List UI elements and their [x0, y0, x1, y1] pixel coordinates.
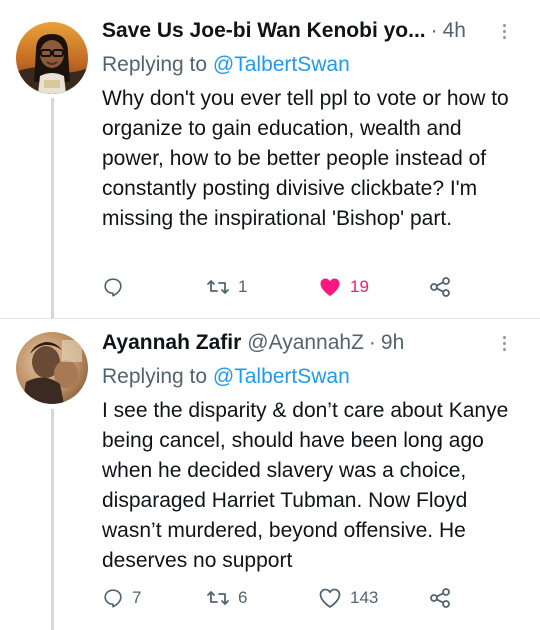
separator-dot: ·	[368, 331, 376, 354]
avatar[interactable]	[16, 22, 88, 94]
avatar[interactable]	[16, 332, 88, 404]
tweet-text: Why don't you ever tell ppl to vote or h…	[102, 87, 509, 230]
tweet-text: I see the disparity & don’t care about K…	[102, 399, 509, 572]
avatar-image	[16, 22, 88, 94]
tweet-header: Ayannah Zafir @AyannahZ · 9h	[102, 326, 524, 360]
retweet-icon	[207, 591, 229, 605]
timestamp[interactable]: 4h	[443, 19, 466, 43]
replying-to-label: Replying to	[102, 365, 208, 388]
like-button[interactable]: 19	[318, 273, 369, 301]
heart-filled-icon	[320, 278, 340, 296]
reply-button[interactable]: 7	[102, 584, 141, 612]
user-handle[interactable]: @AyannahZ	[247, 331, 364, 355]
like-count: 19	[350, 277, 369, 296]
replying-to: Replying to @TalbertSwan	[102, 48, 524, 82]
retweet-button[interactable]: 6	[206, 584, 247, 612]
more-options-icon[interactable]	[492, 330, 516, 356]
tweet-2[interactable]: Ayannah Zafir @AyannahZ · 9h Replying to…	[0, 319, 540, 630]
retweet-icon	[207, 280, 229, 294]
mention-link[interactable]: @TalbertSwan	[213, 53, 350, 76]
retweet-count: 6	[238, 588, 248, 607]
like-count: 143	[350, 588, 379, 607]
replying-to-label: Replying to	[102, 53, 208, 76]
share-icon	[430, 277, 450, 297]
reply-button[interactable]	[102, 273, 132, 301]
thread-line	[51, 409, 54, 630]
display-name[interactable]: Save Us Joe-bi Wan Kenobi yo...	[102, 19, 426, 43]
thread-line	[51, 98, 54, 318]
reply-icon	[104, 589, 122, 608]
separator-dot: ·	[430, 19, 438, 42]
retweet-count: 1	[238, 277, 248, 296]
share-icon	[430, 588, 450, 608]
reply-icon	[104, 278, 122, 297]
retweet-button[interactable]: 1	[206, 273, 247, 301]
tweet-1[interactable]: Save Us Joe-bi Wan Kenobi yo... · 4h Rep…	[0, 0, 540, 319]
like-button[interactable]: 143	[318, 584, 378, 612]
replying-to: Replying to @TalbertSwan	[102, 360, 524, 394]
mention-link[interactable]: @TalbertSwan	[213, 365, 350, 388]
tweet-actions: 7 6 143	[102, 584, 524, 612]
share-button[interactable]	[428, 273, 452, 301]
avatar-image	[16, 332, 88, 404]
display-name[interactable]: Ayannah Zafir	[102, 331, 241, 355]
tweet-actions: 1 19	[102, 273, 524, 301]
heart-outline-icon	[319, 588, 341, 608]
reply-count: 7	[132, 588, 142, 607]
share-button[interactable]	[428, 584, 452, 612]
more-options-icon[interactable]	[492, 18, 516, 44]
timestamp[interactable]: 9h	[381, 331, 404, 355]
tweet-header: Save Us Joe-bi Wan Kenobi yo... · 4h	[102, 14, 524, 48]
